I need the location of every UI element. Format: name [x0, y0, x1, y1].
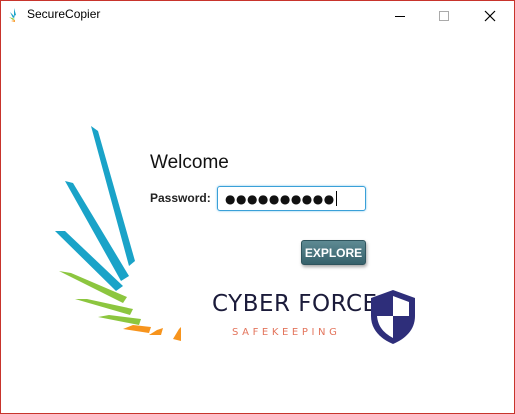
maximize-button[interactable] — [421, 1, 467, 30]
app-window: SecureCopier Welcome Password: ●●●●●●●●●… — [0, 0, 515, 414]
password-label: Password: — [150, 191, 211, 205]
password-field[interactable]: ●●●●●●●●●● — [217, 186, 366, 211]
text-caret — [335, 191, 337, 206]
window-title: SecureCopier — [27, 7, 101, 21]
brand-tagline: SAFEKEEPING — [232, 327, 341, 338]
password-value: ●●●●●●●●●● — [225, 191, 335, 206]
brand-name: CYBER FORCE — [212, 291, 378, 317]
wing-logo-icon — [9, 8, 16, 22]
shield-icon — [371, 290, 415, 344]
explore-button[interactable]: EXPLORE — [301, 240, 366, 265]
minimize-button[interactable] — [377, 1, 423, 30]
close-button[interactable] — [467, 1, 513, 30]
welcome-heading: Welcome — [150, 152, 229, 173]
title-bar[interactable]: SecureCopier — [1, 1, 514, 30]
minimize-icon — [395, 15, 405, 17]
maximize-icon — [439, 10, 449, 21]
close-icon — [484, 10, 496, 21]
